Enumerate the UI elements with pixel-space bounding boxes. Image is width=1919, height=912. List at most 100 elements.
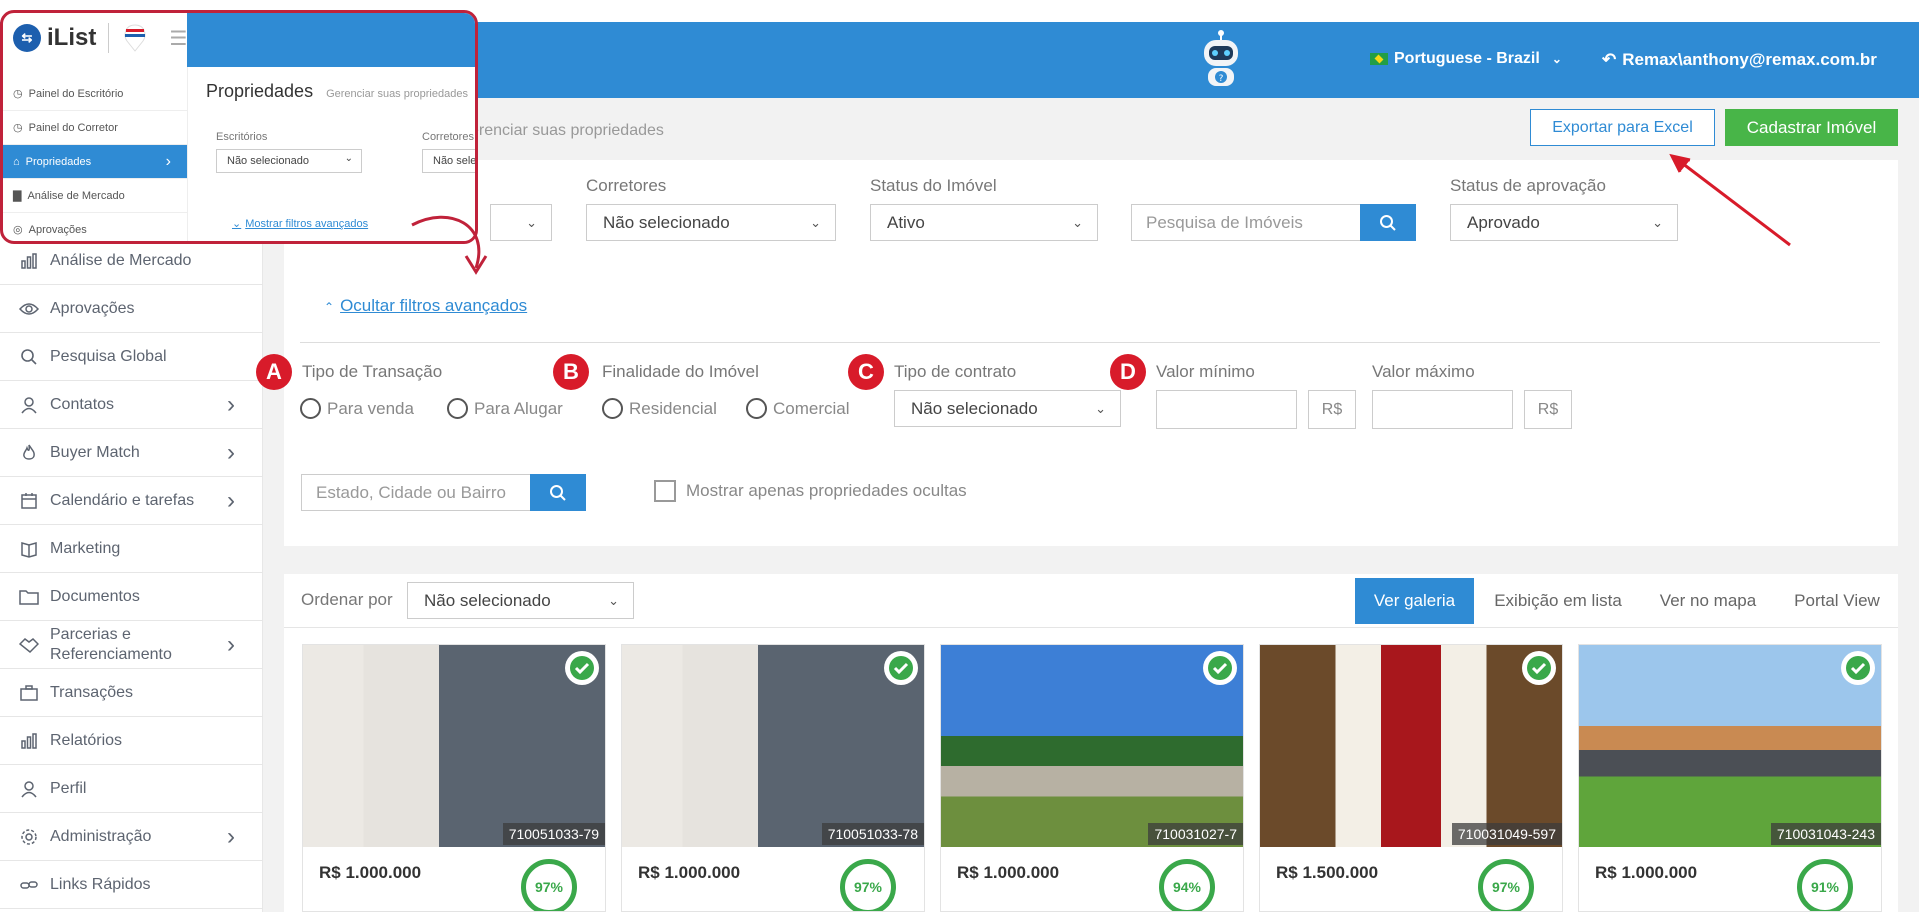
hidden-properties-checkbox[interactable]: Mostrar apenas propriedades ocultas <box>654 480 967 502</box>
eye-icon <box>18 298 40 320</box>
checkbox-box <box>654 480 676 502</box>
min-currency-addon: R$ <box>1308 390 1356 429</box>
radio-for-sale[interactable]: Para venda <box>300 398 414 419</box>
property-card[interactable]: 710031043-243 R$ 1.000.000 91% <box>1578 644 1882 912</box>
sidebar-item-label: Parcerias e Referenciamento <box>50 626 172 663</box>
chevron-down-icon: ⌄ <box>526 215 537 230</box>
location-search-button[interactable] <box>530 474 586 511</box>
property-photo[interactable] <box>303 645 605 847</box>
inset-show-advanced-link[interactable]: ⌄ Mostrar filtros avançados <box>232 217 368 230</box>
property-price: R$ 1.000.000 <box>319 863 422 882</box>
tab-gallery-view[interactable]: Ver galeria <box>1355 578 1474 624</box>
sidebar-item[interactable]: Parcerias e Referenciamento › <box>0 622 263 669</box>
chevron-down-icon: ⌄ <box>810 215 821 230</box>
svg-text:?: ? <box>1219 74 1224 84</box>
status-select[interactable]: Ativo ⌄ <box>870 204 1098 241</box>
gear-icon <box>18 826 40 848</box>
create-property-button[interactable]: Cadastrar Imóvel <box>1725 109 1898 146</box>
chevron-right-icon: › <box>165 152 171 170</box>
radio-residential[interactable]: Residencial <box>602 398 717 419</box>
min-value-label: Valor mínimo <box>1156 362 1255 381</box>
sidebar-item[interactable]: Transações <box>0 670 263 717</box>
property-search-button[interactable] <box>1360 204 1416 241</box>
property-photo[interactable] <box>941 645 1243 847</box>
inset-subtitle: Gerenciar suas propriedades <box>326 88 468 100</box>
tab-portal-view[interactable]: Portal View <box>1778 578 1896 624</box>
property-photo[interactable] <box>1579 645 1881 847</box>
transaction-type-label: Tipo de Transação <box>302 362 443 381</box>
inset-brokers-label: Corretores <box>422 131 474 143</box>
sidebar-item[interactable]: Calendário e tarefas › <box>0 478 263 525</box>
language-selector[interactable]: Portuguese - Brazil ⌄ <box>1370 50 1562 68</box>
bar-chart-icon: ▇ <box>13 190 22 202</box>
sidebar-item[interactable]: Contatos › <box>0 382 263 429</box>
sidebar-item[interactable]: Administração › <box>0 814 263 861</box>
offices-select[interactable]: ⌄ <box>490 204 552 241</box>
property-card[interactable]: 710051033-79 R$ 1.000.000 97% <box>302 644 606 912</box>
dashboard-icon: ◷ <box>13 88 23 100</box>
radio-commercial[interactable]: Comercial <box>746 398 850 419</box>
chevron-down-icon: ⌄ <box>1095 401 1106 416</box>
checkbox-label: Mostrar apenas propriedades ocultas <box>686 481 967 500</box>
sidebar-item[interactable]: Documentos <box>0 574 263 621</box>
assistant-robot-icon[interactable]: ? <box>1198 30 1244 90</box>
sidebar-item[interactable]: Aprovações <box>0 286 263 333</box>
property-card[interactable]: 710031027-7 R$ 1.000.000 94% <box>940 644 1244 912</box>
hamburger-menu-icon[interactable]: ☰ <box>169 26 187 51</box>
inset-brokers-select[interactable]: Não sele <box>422 149 477 173</box>
property-photo[interactable] <box>622 645 924 847</box>
sidebar-item[interactable]: Relatórios <box>0 718 263 765</box>
inset-offices-select[interactable]: Não selecionado ⌄ <box>216 149 362 173</box>
export-excel-button[interactable]: Exportar para Excel <box>1530 109 1715 146</box>
approval-select[interactable]: Aprovado ⌄ <box>1450 204 1678 241</box>
order-by-select[interactable]: Não selecionado ⌄ <box>407 582 634 619</box>
sidebar-item[interactable]: Análise de Mercado <box>0 238 263 285</box>
max-value-input[interactable] <box>1372 390 1513 429</box>
chevron-right-icon: › <box>227 391 235 418</box>
user-menu[interactable]: ↶ Remax\anthony@remax.com.br <box>1602 50 1877 70</box>
sidebar-item[interactable]: Pesquisa Global <box>0 334 263 381</box>
annotation-badge-a: A <box>256 354 292 390</box>
property-code: 710031049-597 <box>1451 823 1562 845</box>
inset-brokers-value: Não sele <box>433 155 477 167</box>
ilist-logo-icon: ⇆ <box>13 24 41 52</box>
sidebar-item[interactable]: Perfil <box>0 766 263 813</box>
inset-menu-item[interactable]: ◷ Painel do Escritório <box>3 77 187 111</box>
ilist-logo: ⇆ iList ☰ <box>13 23 187 53</box>
sidebar-item-label: Transações <box>50 684 133 701</box>
inset-menu-label: Aprovações <box>28 223 87 236</box>
radio-for-rent[interactable]: Para Alugar <box>447 398 563 419</box>
property-price: R$ 1.000.000 <box>638 863 741 882</box>
sidebar-item[interactable]: Marketing <box>0 526 263 573</box>
property-card[interactable]: 710051033-78 R$ 1.000.000 97% <box>621 644 925 912</box>
inset-menu-item[interactable]: ▇ Análise de Mercado <box>3 179 187 213</box>
property-card[interactable]: 710031049-597 R$ 1.500.000 97% <box>1259 644 1563 912</box>
contract-type-select[interactable]: Não selecionado ⌄ <box>894 390 1121 427</box>
approval-label: Status de aprovação <box>1450 176 1606 195</box>
status-label: Status do Imóvel <box>870 176 997 195</box>
sidebar-item[interactable]: Buyer Match › <box>0 430 263 477</box>
sidebar-zoom-inset: ⇆ iList ☰ ◷ Painel do Escritório ◷ Painel d… <box>0 10 478 244</box>
chevron-down-icon: ⌄ <box>1652 215 1663 230</box>
property-price: R$ 1.500.000 <box>1276 863 1379 882</box>
tab-list-view[interactable]: Exibição em lista <box>1478 578 1638 624</box>
inset-menu-item[interactable]: ◷ Painel do Corretor <box>3 111 187 145</box>
chevron-down-icon: ⌄ <box>1072 215 1083 230</box>
brokers-select[interactable]: Não selecionado ⌄ <box>586 204 836 241</box>
min-value-input[interactable] <box>1156 390 1297 429</box>
hide-advanced-filters-link[interactable]: ⌃ Ocultar filtros avançados <box>324 296 527 316</box>
sidebar-item[interactable]: Links Rápidos <box>0 862 263 909</box>
inset-menu-item[interactable]: ◎ Aprovações <box>3 213 187 241</box>
chevron-right-icon: › <box>227 631 235 658</box>
approved-check-icon <box>884 651 918 685</box>
property-search-input[interactable]: Pesquisa de Imóveis <box>1131 204 1361 241</box>
sidebar-item-label: Administração <box>50 828 152 845</box>
property-photo[interactable] <box>1260 645 1562 847</box>
chevron-down-icon: ⌄ <box>344 153 353 164</box>
divider <box>300 342 1880 343</box>
max-value-label: Valor máximo <box>1372 362 1475 381</box>
location-search-input[interactable]: Estado, Cidade ou Bairro <box>301 474 531 511</box>
tab-map-view[interactable]: Ver no mapa <box>1644 578 1772 624</box>
match-score: 97% <box>1478 859 1534 911</box>
inset-menu-item[interactable]: ⌂ Propriedades › <box>3 145 187 179</box>
